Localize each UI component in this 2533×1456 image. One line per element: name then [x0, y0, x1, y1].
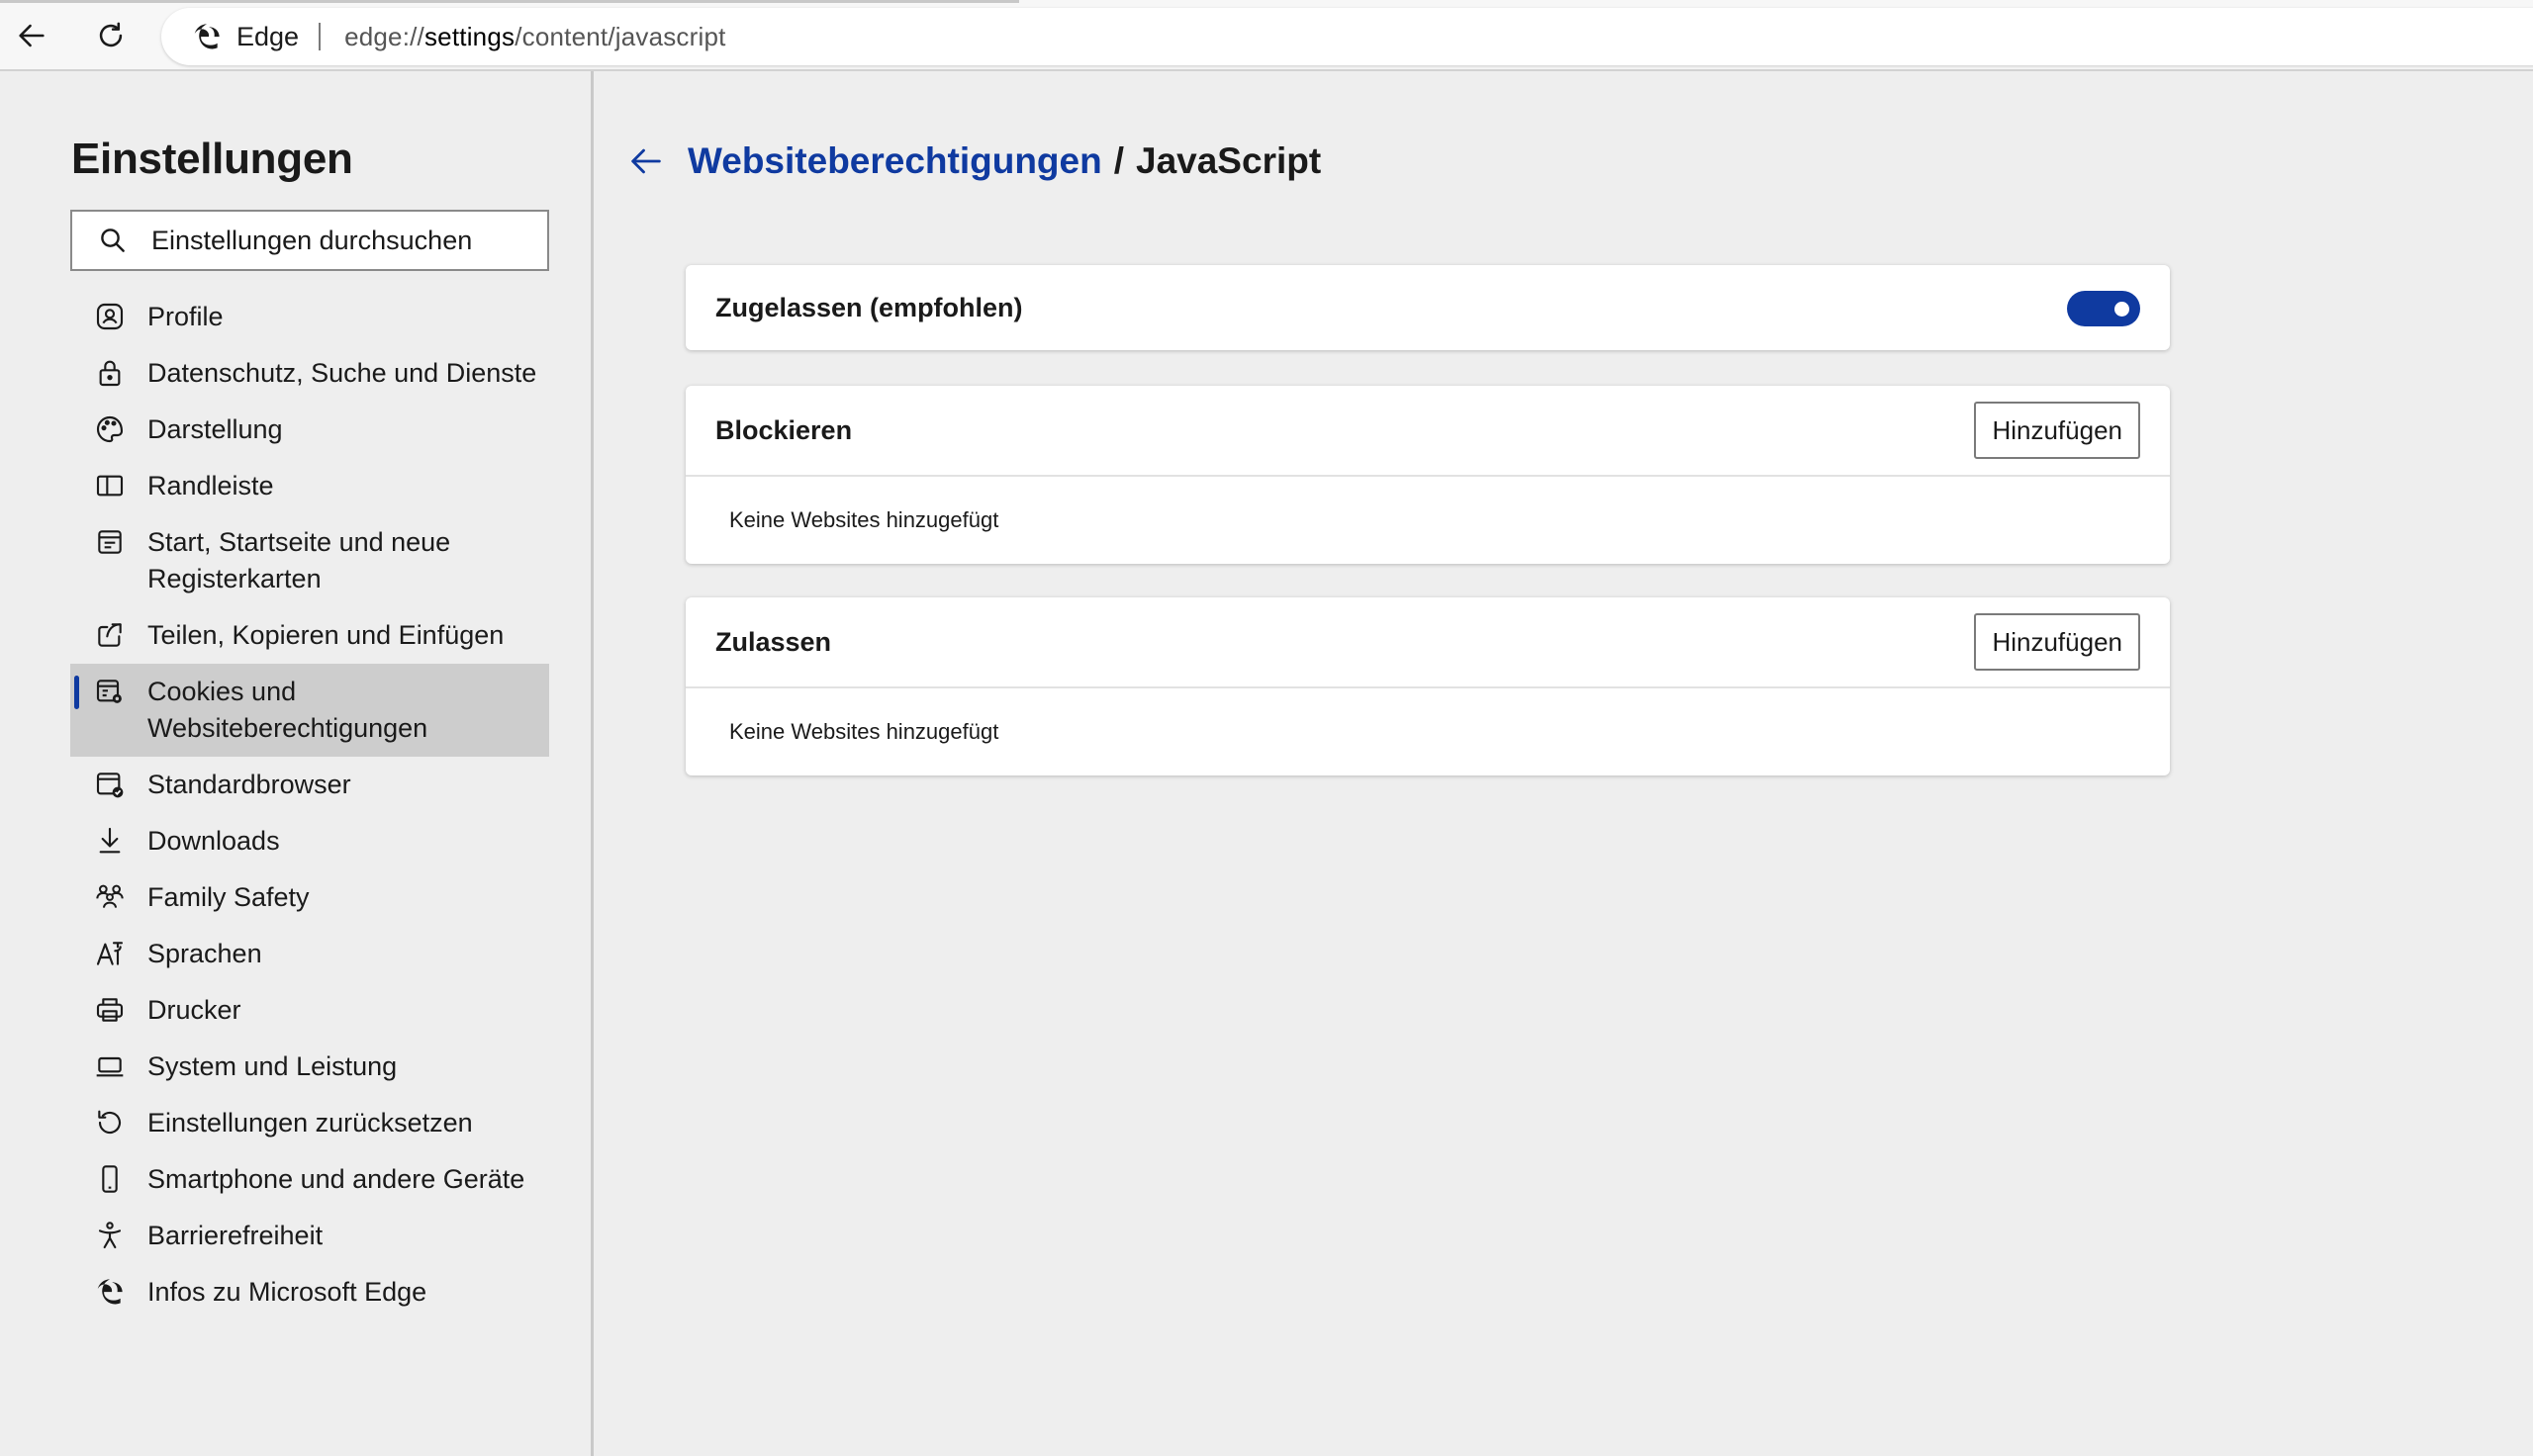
sidebar-item-label: Datenschutz, Suche und Dienste [147, 358, 537, 388]
sidebar-item-label: Drucker [147, 995, 241, 1025]
browser-back-button[interactable] [10, 14, 53, 57]
sidebar-item-label: Start, Startseite und neue Registerkarte… [147, 527, 451, 593]
sidebar-item-label: Teilen, Kopieren und Einfügen [147, 620, 505, 650]
family-icon [96, 884, 124, 908]
sidebar-title: Einstellungen [71, 135, 353, 183]
block-list-card: Blockieren Hinzufügen Keine Websites hin… [686, 386, 2170, 564]
download-icon [99, 827, 121, 854]
breadcrumb: Websiteberechtigungen / JavaScript [626, 140, 1321, 182]
sidebar-item-label: Infos zu Microsoft Edge [147, 1277, 427, 1307]
home-tab-icon [98, 530, 122, 554]
browser-reload-button[interactable] [89, 14, 133, 57]
settings-search-input[interactable] [149, 224, 529, 257]
sidebar-item-accessibility[interactable]: Barrierefreiheit [70, 1208, 549, 1264]
share-icon [98, 623, 122, 647]
sidebar-panel-icon [96, 475, 124, 497]
allow-list-title: Zulassen [715, 626, 832, 657]
allowed-setting-card: Zugelassen (empfohlen) [686, 265, 2170, 350]
url-host: settings [423, 21, 516, 51]
javascript-allowed-toggle[interactable] [2067, 291, 2140, 326]
lock-icon [99, 360, 121, 387]
default-browser-icon [96, 773, 124, 798]
phone-icon [102, 1165, 118, 1193]
block-add-button[interactable]: Hinzufügen [1974, 402, 2140, 459]
edge-logo-icon [194, 24, 220, 49]
url-text[interactable]: edge://settings/content/javascript [344, 22, 726, 52]
allowed-label: Zugelassen (empfohlen) [715, 292, 1023, 322]
settings-main-panel: Websiteberechtigungen / JavaScript Zugel… [597, 71, 2533, 1456]
search-icon [101, 228, 125, 252]
browser-brand-label: Edge [236, 21, 300, 51]
sidebar-item-downloads[interactable]: Downloads [70, 813, 549, 869]
sidebar-item-printers[interactable]: Drucker [70, 982, 549, 1039]
address-bar[interactable]: Edge edge://settings/content/javascript [161, 8, 2533, 65]
sidebar-item-privacy[interactable]: Datenschutz, Suche und Dienste [70, 345, 549, 402]
sidebar-item-cookies-permissions[interactable]: Cookies und Websiteberechtigungen [70, 664, 549, 757]
cookies-gear-icon [96, 680, 122, 703]
breadcrumb-separator: / [1113, 140, 1124, 181]
sidebar-item-profile[interactable]: Profile [70, 289, 549, 345]
language-icon [96, 942, 124, 965]
printer-icon [96, 998, 124, 1022]
sidebar-item-about-edge[interactable]: Infos zu Microsoft Edge [70, 1264, 549, 1320]
allow-add-button[interactable]: Hinzufügen [1974, 613, 2140, 671]
breadcrumb-parent-link[interactable]: Websiteberechtigungen [688, 140, 1102, 182]
sidebar-item-label: Family Safety [147, 882, 310, 912]
sidebar-item-label: Profile [147, 302, 224, 331]
url-path: /content/javascript [515, 21, 726, 51]
sidebar-item-reset-settings[interactable]: Einstellungen zurücksetzen [70, 1095, 549, 1151]
block-list-header: Blockieren Hinzufügen [686, 386, 2170, 477]
sidebar-item-label: Darstellung [147, 414, 283, 444]
sidebar-item-phone-devices[interactable]: Smartphone und andere Geräte [70, 1151, 549, 1208]
sidebar-item-label: Smartphone und andere Geräte [147, 1164, 525, 1194]
settings-search-box[interactable] [70, 210, 549, 271]
block-list-title: Blockieren [715, 414, 853, 445]
url-scheme: edge:// [344, 21, 424, 51]
toggle-knob [2114, 302, 2129, 317]
loading-line [0, 0, 1019, 3]
settings-sidebar: Einstellungen Profile Datenschutz, Suche… [0, 71, 594, 1456]
sidebar-item-label: Sprachen [147, 939, 262, 968]
sidebar-item-default-browser[interactable]: Standardbrowser [70, 757, 549, 813]
accessibility-icon [98, 1222, 122, 1249]
sidebar-item-label: Downloads [147, 826, 280, 856]
allow-list-header: Zulassen Hinzufügen [686, 597, 2170, 688]
arrow-left-icon[interactable] [626, 141, 666, 181]
arrow-left-icon [19, 24, 45, 47]
sidebar-item-system-performance[interactable]: System und Leistung [70, 1039, 549, 1095]
laptop-icon [96, 1056, 124, 1077]
reset-icon [98, 1110, 122, 1135]
sidebar-item-label: Barrierefreiheit [147, 1221, 324, 1250]
reload-icon [99, 22, 123, 47]
address-separator [319, 23, 322, 50]
sidebar-item-label: Einstellungen zurücksetzen [147, 1108, 473, 1138]
allow-empty-text: Keine Websites hinzugefügt [729, 719, 999, 744]
sidebar-item-label: Randleiste [147, 471, 274, 500]
sidebar-item-label: Standardbrowser [147, 770, 351, 799]
sidebar-item-start-home-tabs[interactable]: Start, Startseite und neue Registerkarte… [70, 514, 549, 607]
block-empty-text: Keine Websites hinzugefügt [729, 507, 999, 532]
sidebar-item-label: System und Leistung [147, 1051, 398, 1081]
sidebar-item-share-copy-paste[interactable]: Teilen, Kopieren und Einfügen [70, 607, 549, 664]
sidebar-item-label: Cookies und Websiteberechtigungen [147, 677, 428, 743]
profile-icon [96, 303, 124, 330]
palette-icon [96, 415, 124, 443]
browser-toolbar: Edge edge://settings/content/javascript [0, 0, 2533, 71]
page-title: JavaScript [1136, 140, 1322, 181]
sidebar-item-family-safety[interactable]: Family Safety [70, 869, 549, 926]
allow-list-card: Zulassen Hinzufügen Keine Websites hinzu… [686, 597, 2170, 775]
sidebar-item-sidebar[interactable]: Randleiste [70, 458, 549, 514]
edge-logo-icon [97, 1279, 123, 1305]
sidebar-item-appearance[interactable]: Darstellung [70, 402, 549, 458]
sidebar-item-languages[interactable]: Sprachen [70, 926, 549, 982]
sidebar-nav-list: Profile Datenschutz, Suche und Dienste D… [70, 289, 549, 1320]
